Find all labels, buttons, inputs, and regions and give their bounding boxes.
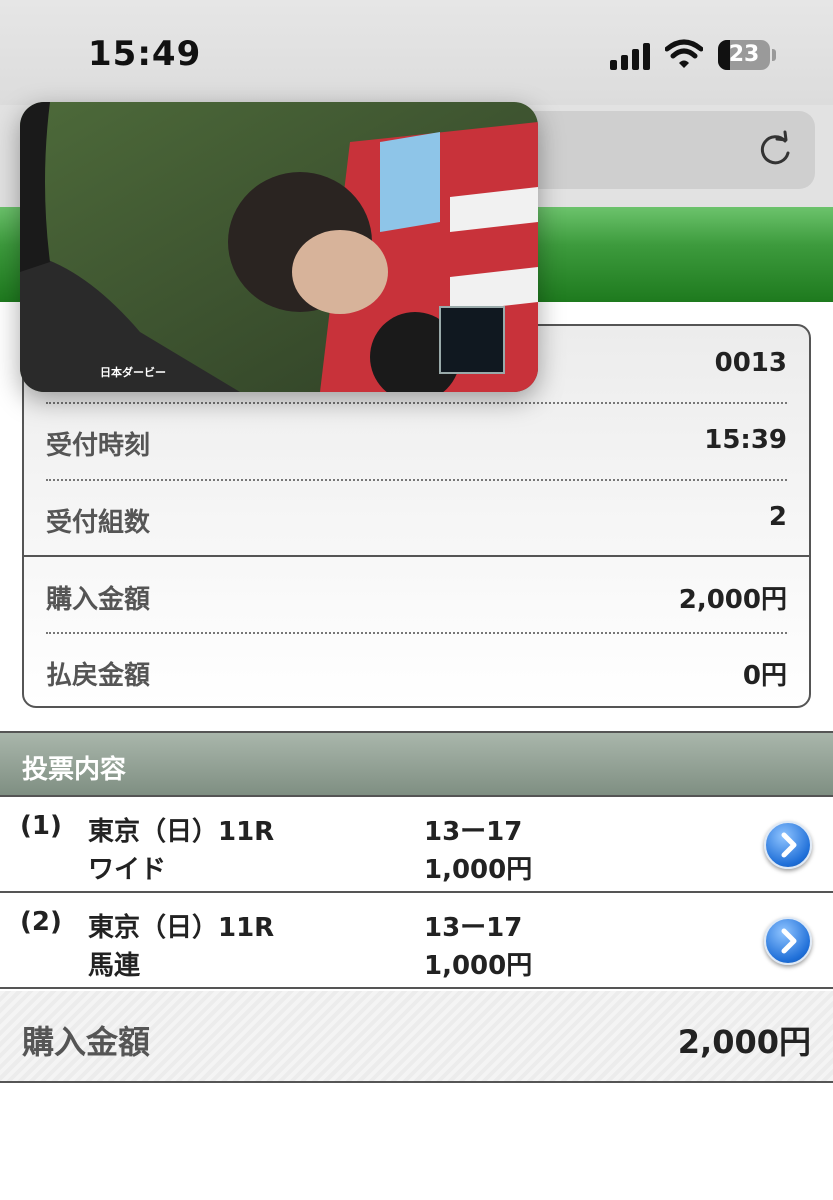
receipt-row-count: 受付組数 2	[46, 480, 787, 554]
chevron-right-icon	[781, 832, 797, 858]
status-time: 15:49	[88, 34, 202, 74]
receipt-time-label: 受付時刻	[46, 431, 151, 461]
pip-video[interactable]: 日本ダービー	[20, 102, 538, 392]
bet-index: (2)	[20, 907, 62, 937]
receipt-row-payout: 払戻金額 0円	[46, 633, 787, 707]
receipt-row-purchase: 購入金額 2,000円	[46, 557, 787, 631]
bet-row[interactable]: (2) 東京（日）11R 馬連 13ー17 1,000円	[0, 893, 833, 989]
bet-amount: 1,000円	[424, 855, 533, 885]
vote-section-header: 投票内容	[0, 731, 833, 797]
total-purchase: 購入金額 2,000円	[0, 991, 833, 1083]
bet-row[interactable]: (1) 東京（日）11R ワイド 13ー17 1,000円	[0, 797, 833, 893]
receipt-purchase-label: 購入金額	[46, 585, 151, 615]
total-label: 購入金額	[22, 1023, 151, 1061]
receipt-payout: 0円	[742, 661, 787, 691]
receipt-number: 0013	[714, 348, 787, 378]
vote-section-title: 投票内容	[22, 755, 127, 785]
status-bar: 15:49 23	[0, 0, 833, 105]
battery-tip	[772, 49, 776, 61]
bet-combination: 13ー17	[424, 817, 523, 847]
receipt-count: 2	[768, 502, 787, 532]
receipt-payout-label: 払戻金額	[46, 661, 151, 691]
wifi-icon	[665, 39, 703, 68]
bet-race: 東京（日）11R	[88, 817, 275, 847]
cellular-signal-icon	[610, 42, 652, 70]
receipt-purchase: 2,000円	[678, 585, 787, 615]
total-value: 2,000円	[677, 1023, 811, 1061]
battery-icon: 23	[718, 40, 770, 70]
video-frame	[20, 102, 538, 392]
bet-index: (1)	[20, 811, 62, 841]
chevron-right-icon	[781, 928, 797, 954]
battery-level: 23	[728, 42, 760, 67]
detail-arrow-button[interactable]	[764, 917, 812, 965]
receipt-count-label: 受付組数	[46, 508, 151, 538]
video-caption: 日本ダービー	[100, 366, 166, 379]
detail-arrow-button[interactable]	[764, 821, 812, 869]
bet-amount: 1,000円	[424, 951, 533, 981]
bet-type: ワイド	[88, 855, 167, 885]
bet-combination: 13ー17	[424, 913, 523, 943]
bet-race: 東京（日）11R	[88, 913, 275, 943]
receipt-time: 15:39	[704, 425, 787, 455]
receipt-row-time: 受付時刻 15:39	[46, 403, 787, 477]
bet-type: 馬連	[88, 951, 141, 981]
reload-icon[interactable]	[755, 129, 795, 169]
